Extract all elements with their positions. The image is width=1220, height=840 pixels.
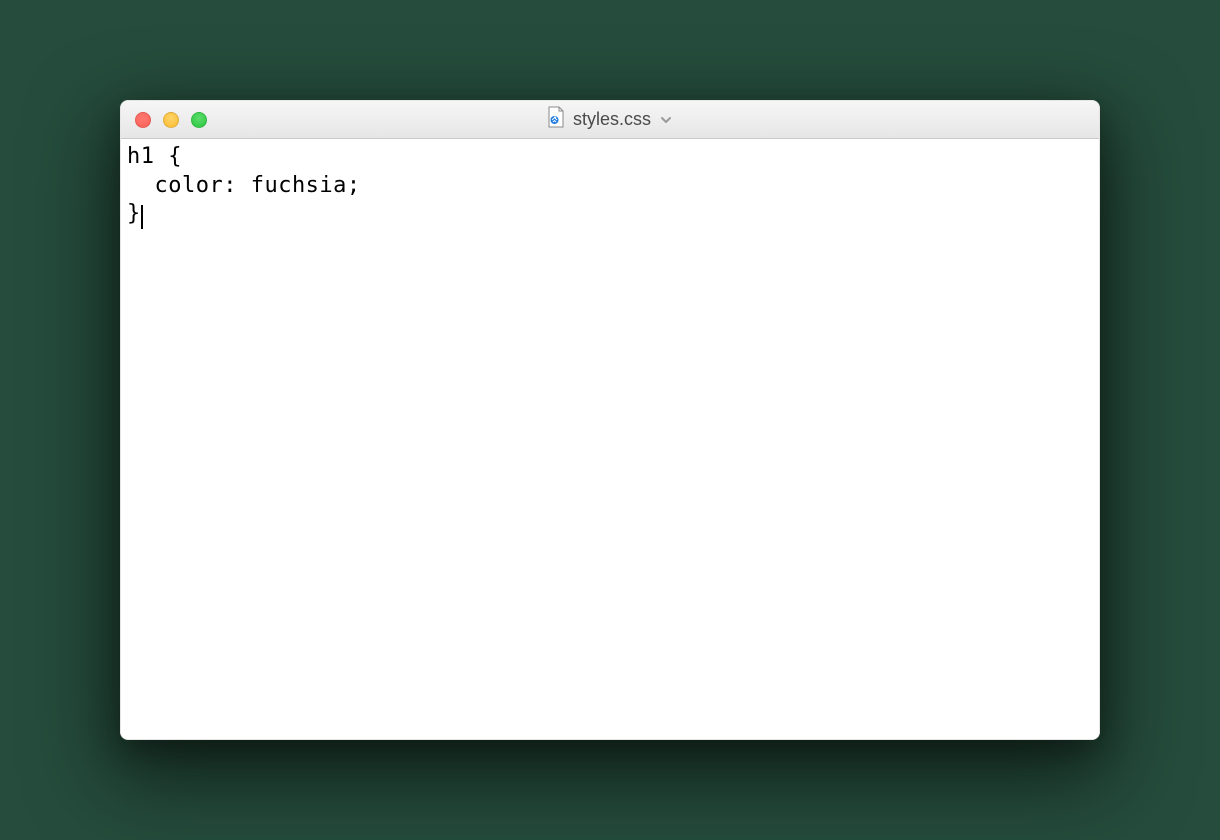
close-button[interactable] [135,112,151,128]
traffic-lights [121,112,207,128]
editor-content: h1 { color: fuchsia; } [127,144,361,226]
titlebar[interactable]: styles.css [121,101,1099,139]
title-center: styles.css [121,106,1099,133]
chevron-down-icon[interactable] [659,113,673,127]
text-cursor [141,205,143,229]
maximize-button[interactable] [191,112,207,128]
minimize-button[interactable] [163,112,179,128]
editor-window: styles.css h1 { color: fuchsia; } [120,100,1100,740]
window-title[interactable]: styles.css [573,109,651,130]
text-editor[interactable]: h1 { color: fuchsia; } [121,139,1099,739]
file-icon[interactable] [547,106,565,133]
